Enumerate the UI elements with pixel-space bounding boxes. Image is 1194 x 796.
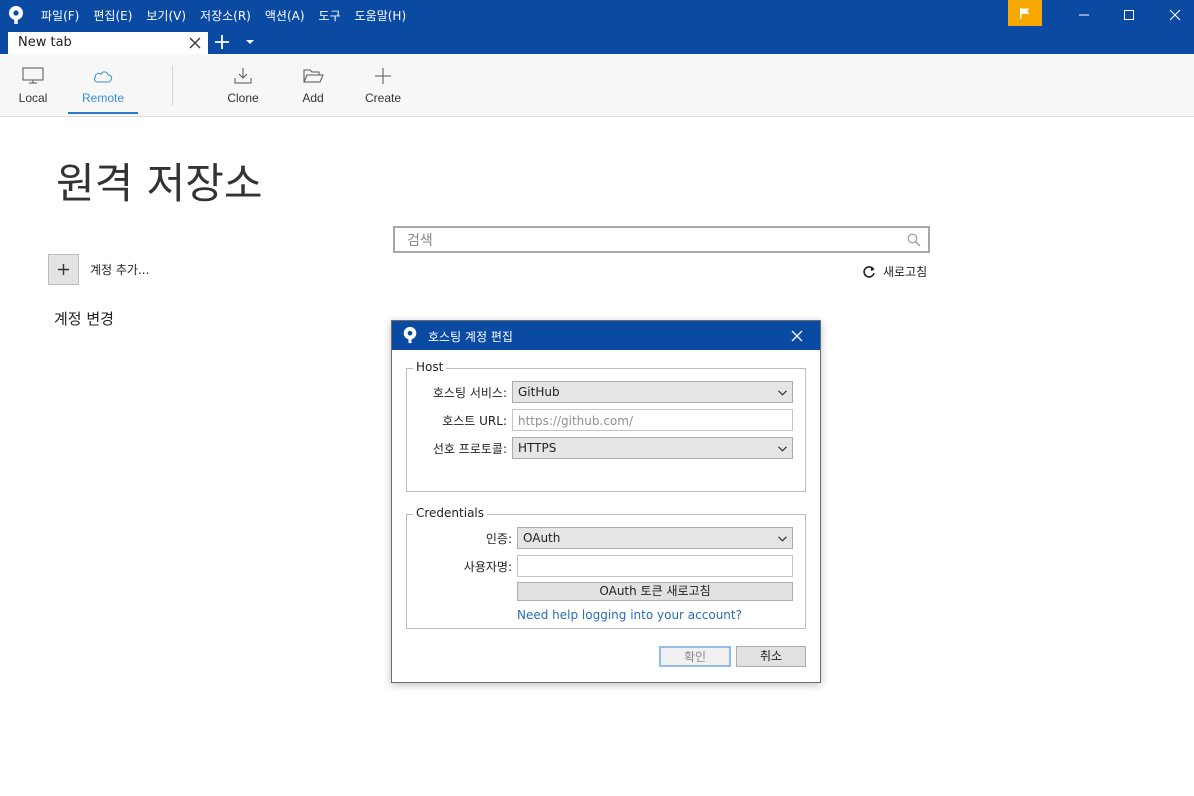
- remote-button[interactable]: Remote: [78, 54, 128, 116]
- add-account-label[interactable]: 계정 추가...: [90, 261, 149, 278]
- monitor-icon: [22, 67, 44, 84]
- clone-label: Clone: [227, 91, 259, 105]
- cancel-button[interactable]: 취소: [736, 646, 806, 667]
- refresh-oauth-token-button[interactable]: OAuth 토큰 새로고침: [517, 582, 793, 601]
- ok-button[interactable]: 확인: [659, 646, 731, 667]
- username-label: 사용자명:: [463, 560, 512, 574]
- add-button[interactable]: Add: [296, 54, 330, 116]
- preferred-protocol-dropdown[interactable]: HTTPS: [512, 437, 793, 459]
- minimize-button[interactable]: [1061, 0, 1107, 30]
- dialog-title: 호스팅 계정 편집: [428, 330, 513, 344]
- host-url-label: 호스트 URL:: [442, 414, 507, 428]
- tab-close-icon[interactable]: [189, 37, 201, 49]
- dialog-title-bar: 호스팅 계정 편집: [392, 321, 820, 350]
- menu-edit[interactable]: 편집(E): [86, 7, 139, 24]
- maximize-icon: [1124, 10, 1134, 20]
- tab-label: New tab: [18, 35, 72, 50]
- add-label: Add: [302, 91, 324, 105]
- toolbar: Local Remote Clone Add Create: [0, 54, 1194, 117]
- title-bar: 파일(F) 편집(E) 보기(V) 저장소(R) 액션(A) 도구 도움말(H): [0, 0, 1194, 30]
- credentials-legend: Credentials: [413, 506, 488, 520]
- sourcetree-logo-icon: [403, 326, 417, 344]
- host-url-input[interactable]: [516, 412, 788, 430]
- hosting-service-value: GitHub: [518, 385, 560, 399]
- add-tab-plus-icon[interactable]: [214, 34, 230, 50]
- tab-list-chevron-down-icon[interactable]: [245, 39, 255, 45]
- preferred-protocol-value: HTTPS: [518, 441, 557, 455]
- login-help-link[interactable]: Need help logging into your account?: [517, 608, 742, 622]
- preferred-protocol-label: 선호 프로토콜:: [432, 442, 507, 456]
- active-tab-indicator: [68, 112, 138, 114]
- edit-hosting-account-dialog: 호스팅 계정 편집 Host 호스팅 서비스: GitHub 호스트 URL: …: [391, 320, 821, 683]
- username-input[interactable]: [521, 558, 789, 576]
- local-label: Local: [18, 91, 48, 105]
- local-button[interactable]: Local: [14, 54, 52, 116]
- toolbar-separator: [172, 66, 173, 106]
- authentication-label: 인증:: [485, 532, 512, 546]
- sourcetree-logo-icon[interactable]: [6, 5, 26, 25]
- chevron-down-icon: [778, 446, 787, 452]
- menu-file[interactable]: 파일(F): [34, 7, 86, 24]
- clone-button[interactable]: Clone: [224, 54, 262, 116]
- chevron-down-icon: [778, 390, 787, 396]
- create-button[interactable]: Create: [362, 54, 404, 116]
- refresh-label: 새로고침: [883, 265, 928, 279]
- chevron-down-icon: [778, 536, 787, 542]
- hosting-service-label: 호스팅 서비스:: [432, 386, 507, 400]
- notification-flag-button[interactable]: [1008, 0, 1042, 26]
- host-legend: Host: [413, 360, 447, 374]
- search-box[interactable]: [393, 226, 930, 253]
- cloud-icon: [93, 71, 113, 83]
- flag-icon: [1020, 7, 1030, 19]
- close-icon: [1169, 9, 1181, 21]
- menu-bar: 파일(F) 편집(E) 보기(V) 저장소(R) 액션(A) 도구 도움말(H): [34, 0, 413, 30]
- tab-strip: New tab: [0, 30, 1194, 54]
- maximize-button[interactable]: [1106, 0, 1152, 30]
- menu-actions[interactable]: 액션(A): [258, 7, 312, 24]
- change-account-label: 계정 변경: [54, 310, 114, 328]
- window-close-button[interactable]: [1152, 0, 1194, 30]
- create-label: Create: [364, 91, 402, 105]
- remote-label: Remote: [81, 91, 125, 105]
- menu-view[interactable]: 보기(V): [139, 7, 193, 24]
- dialog-close-icon[interactable]: [791, 330, 803, 342]
- add-account-button[interactable]: [48, 254, 79, 285]
- search-icon: [907, 233, 921, 247]
- page-title: 원격 저장소: [56, 159, 263, 208]
- menu-help[interactable]: 도움말(H): [348, 7, 414, 24]
- hosting-service-dropdown[interactable]: GitHub: [512, 381, 793, 403]
- tab-new-tab[interactable]: New tab: [8, 32, 208, 54]
- search-input[interactable]: [405, 229, 889, 252]
- authentication-value: OAuth: [523, 531, 561, 545]
- plus-icon: [375, 68, 391, 84]
- menu-repository[interactable]: 저장소(R): [193, 7, 258, 24]
- refresh-icon: [863, 265, 875, 278]
- plus-icon: [58, 264, 69, 275]
- folder-open-icon: [303, 69, 324, 83]
- host-url-field[interactable]: [512, 409, 793, 431]
- download-icon: [234, 68, 252, 84]
- menu-tools[interactable]: 도구: [312, 7, 348, 24]
- refresh-button[interactable]: 새로고침: [862, 263, 927, 280]
- username-field[interactable]: [517, 555, 793, 577]
- authentication-dropdown[interactable]: OAuth: [517, 527, 793, 549]
- minimize-icon: [1079, 14, 1089, 16]
